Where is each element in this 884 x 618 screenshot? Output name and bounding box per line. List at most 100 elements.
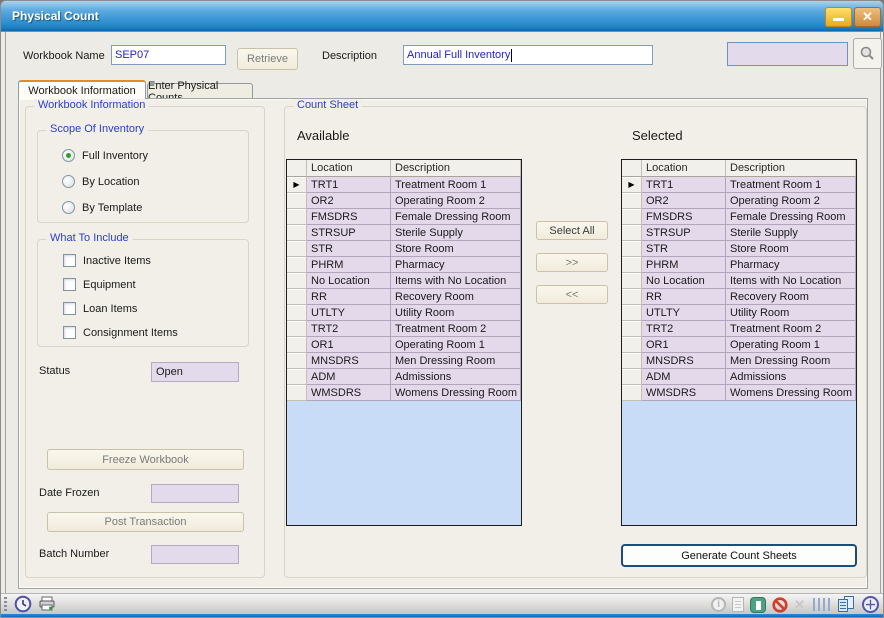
table-row[interactable]: PHRMPharmacy bbox=[287, 257, 521, 273]
close-button[interactable]: ✕ bbox=[854, 7, 881, 27]
row-selector[interactable] bbox=[287, 369, 307, 385]
radio-by-location[interactable]: By Location bbox=[62, 175, 139, 188]
row-selector[interactable] bbox=[622, 209, 642, 225]
table-row[interactable]: ▶TRT1Treatment Room 1 bbox=[622, 177, 856, 193]
checkbox-icon[interactable] bbox=[63, 302, 76, 315]
delete-icon[interactable]: ✕ bbox=[794, 597, 805, 613]
info-icon[interactable]: i bbox=[711, 597, 726, 612]
save-icon[interactable] bbox=[750, 597, 766, 613]
row-selector[interactable] bbox=[622, 337, 642, 353]
row-selector[interactable] bbox=[287, 225, 307, 241]
row-selector[interactable]: ▶ bbox=[287, 177, 307, 193]
post-transaction-button[interactable]: Post Transaction bbox=[47, 512, 244, 532]
row-selector[interactable]: ▶ bbox=[622, 177, 642, 193]
select-all-button[interactable]: Select All bbox=[536, 221, 608, 240]
selected-grid[interactable]: Location Description ▶TRT1Treatment Room… bbox=[621, 159, 857, 526]
radio-icon[interactable] bbox=[62, 175, 75, 188]
freeze-workbook-button[interactable]: Freeze Workbook bbox=[47, 449, 244, 470]
row-selector[interactable] bbox=[287, 321, 307, 337]
table-row[interactable]: UTLTYUtility Room bbox=[287, 305, 521, 321]
row-selector[interactable] bbox=[622, 193, 642, 209]
checkbox-icon[interactable] bbox=[63, 254, 76, 267]
row-selector[interactable] bbox=[287, 209, 307, 225]
radio-icon[interactable] bbox=[62, 201, 75, 214]
table-row[interactable]: ADMAdmissions bbox=[287, 369, 521, 385]
table-row[interactable]: ▶TRT1Treatment Room 1 bbox=[287, 177, 521, 193]
table-row[interactable]: TRT2Treatment Room 2 bbox=[287, 321, 521, 337]
minimize-button[interactable] bbox=[825, 7, 852, 27]
checkbox-equipment[interactable]: Equipment bbox=[63, 278, 136, 291]
table-row[interactable]: OR1Operating Room 1 bbox=[622, 337, 856, 353]
table-row[interactable]: RRRecovery Room bbox=[622, 289, 856, 305]
table-row[interactable]: OR1Operating Room 1 bbox=[287, 337, 521, 353]
location-column-header[interactable]: Location bbox=[307, 160, 391, 177]
table-row[interactable]: ADMAdmissions bbox=[622, 369, 856, 385]
row-selector[interactable] bbox=[287, 289, 307, 305]
table-row[interactable]: MNSDRSMen Dressing Room bbox=[287, 353, 521, 369]
checkbox-inactive-items[interactable]: Inactive Items bbox=[63, 254, 151, 267]
table-row[interactable]: TRT2Treatment Room 2 bbox=[622, 321, 856, 337]
row-selector[interactable] bbox=[287, 353, 307, 369]
description-input[interactable]: Annual Full Inventory bbox=[403, 45, 653, 65]
row-selector[interactable] bbox=[622, 241, 642, 257]
table-row[interactable]: OR2Operating Room 2 bbox=[287, 193, 521, 209]
document-icon[interactable] bbox=[732, 597, 744, 612]
description-column-header[interactable]: Description bbox=[726, 160, 856, 177]
radio-by-template[interactable]: By Template bbox=[62, 201, 142, 214]
available-grid[interactable]: Location Description ▶TRT1Treatment Room… bbox=[286, 159, 522, 526]
retrieve-button[interactable]: Retrieve bbox=[237, 48, 298, 70]
table-row[interactable]: PHRMPharmacy bbox=[622, 257, 856, 273]
checkbox-loan-items[interactable]: Loan Items bbox=[63, 302, 137, 315]
row-selector[interactable] bbox=[622, 273, 642, 289]
search-button[interactable] bbox=[853, 38, 882, 69]
checkbox-consignment-items[interactable]: Consignment Items bbox=[63, 326, 178, 339]
table-row[interactable]: WMSDRSWomens Dressing Room bbox=[287, 385, 521, 401]
radio-selected-icon[interactable] bbox=[62, 149, 75, 162]
add-icon[interactable]: ＋ bbox=[862, 596, 879, 613]
row-selector[interactable] bbox=[287, 305, 307, 321]
table-row[interactable]: MNSDRSMen Dressing Room bbox=[622, 353, 856, 369]
row-selector[interactable] bbox=[622, 385, 642, 401]
table-row[interactable]: No LocationItems with No Location bbox=[622, 273, 856, 289]
location-column-header[interactable]: Location bbox=[642, 160, 726, 177]
row-selector[interactable] bbox=[622, 225, 642, 241]
toolbar-grip-handle[interactable] bbox=[4, 597, 7, 612]
description-column-header[interactable]: Description bbox=[391, 160, 521, 177]
table-row[interactable]: STRStore Room bbox=[622, 241, 856, 257]
tab-workbook-information[interactable]: Workbook Information bbox=[18, 80, 146, 99]
row-selector[interactable] bbox=[287, 385, 307, 401]
table-row[interactable]: STRSUPSterile Supply bbox=[287, 225, 521, 241]
table-row[interactable]: UTLTYUtility Room bbox=[622, 305, 856, 321]
workbook-name-input[interactable] bbox=[111, 45, 226, 65]
row-selector[interactable] bbox=[622, 369, 642, 385]
copy-icon[interactable] bbox=[838, 596, 856, 613]
row-selector[interactable] bbox=[622, 353, 642, 369]
table-row[interactable]: WMSDRSWomens Dressing Room bbox=[622, 385, 856, 401]
cancel-icon[interactable] bbox=[772, 597, 788, 613]
checkbox-icon[interactable] bbox=[63, 278, 76, 291]
row-selector[interactable] bbox=[622, 257, 642, 273]
table-row[interactable]: STRStore Room bbox=[287, 241, 521, 257]
radio-full-inventory[interactable]: Full Inventory bbox=[62, 149, 148, 162]
lookup-field[interactable] bbox=[727, 42, 848, 66]
row-selector[interactable] bbox=[622, 289, 642, 305]
row-selector[interactable] bbox=[287, 257, 307, 273]
table-row[interactable]: STRSUPSterile Supply bbox=[622, 225, 856, 241]
row-selector[interactable] bbox=[622, 305, 642, 321]
move-right-button[interactable]: >> bbox=[536, 253, 608, 272]
move-left-button[interactable]: << bbox=[536, 285, 608, 304]
row-selector[interactable] bbox=[622, 321, 642, 337]
row-selector[interactable] bbox=[287, 273, 307, 289]
row-selector[interactable] bbox=[287, 337, 307, 353]
clock-icon[interactable] bbox=[14, 595, 32, 613]
row-selector[interactable] bbox=[287, 193, 307, 209]
table-row[interactable]: FMSDRSFemale Dressing Room bbox=[287, 209, 521, 225]
title-bar[interactable]: Physical Count ✕ bbox=[1, 1, 884, 32]
print-icon[interactable] bbox=[38, 596, 56, 612]
tab-enter-physical-counts[interactable]: Enter Physical Counts bbox=[147, 83, 253, 99]
table-row[interactable]: OR2Operating Room 2 bbox=[622, 193, 856, 209]
table-row[interactable]: RRRecovery Room bbox=[287, 289, 521, 305]
generate-count-sheets-button[interactable]: Generate Count Sheets bbox=[621, 544, 857, 567]
table-row[interactable]: No LocationItems with No Location bbox=[287, 273, 521, 289]
table-row[interactable]: FMSDRSFemale Dressing Room bbox=[622, 209, 856, 225]
